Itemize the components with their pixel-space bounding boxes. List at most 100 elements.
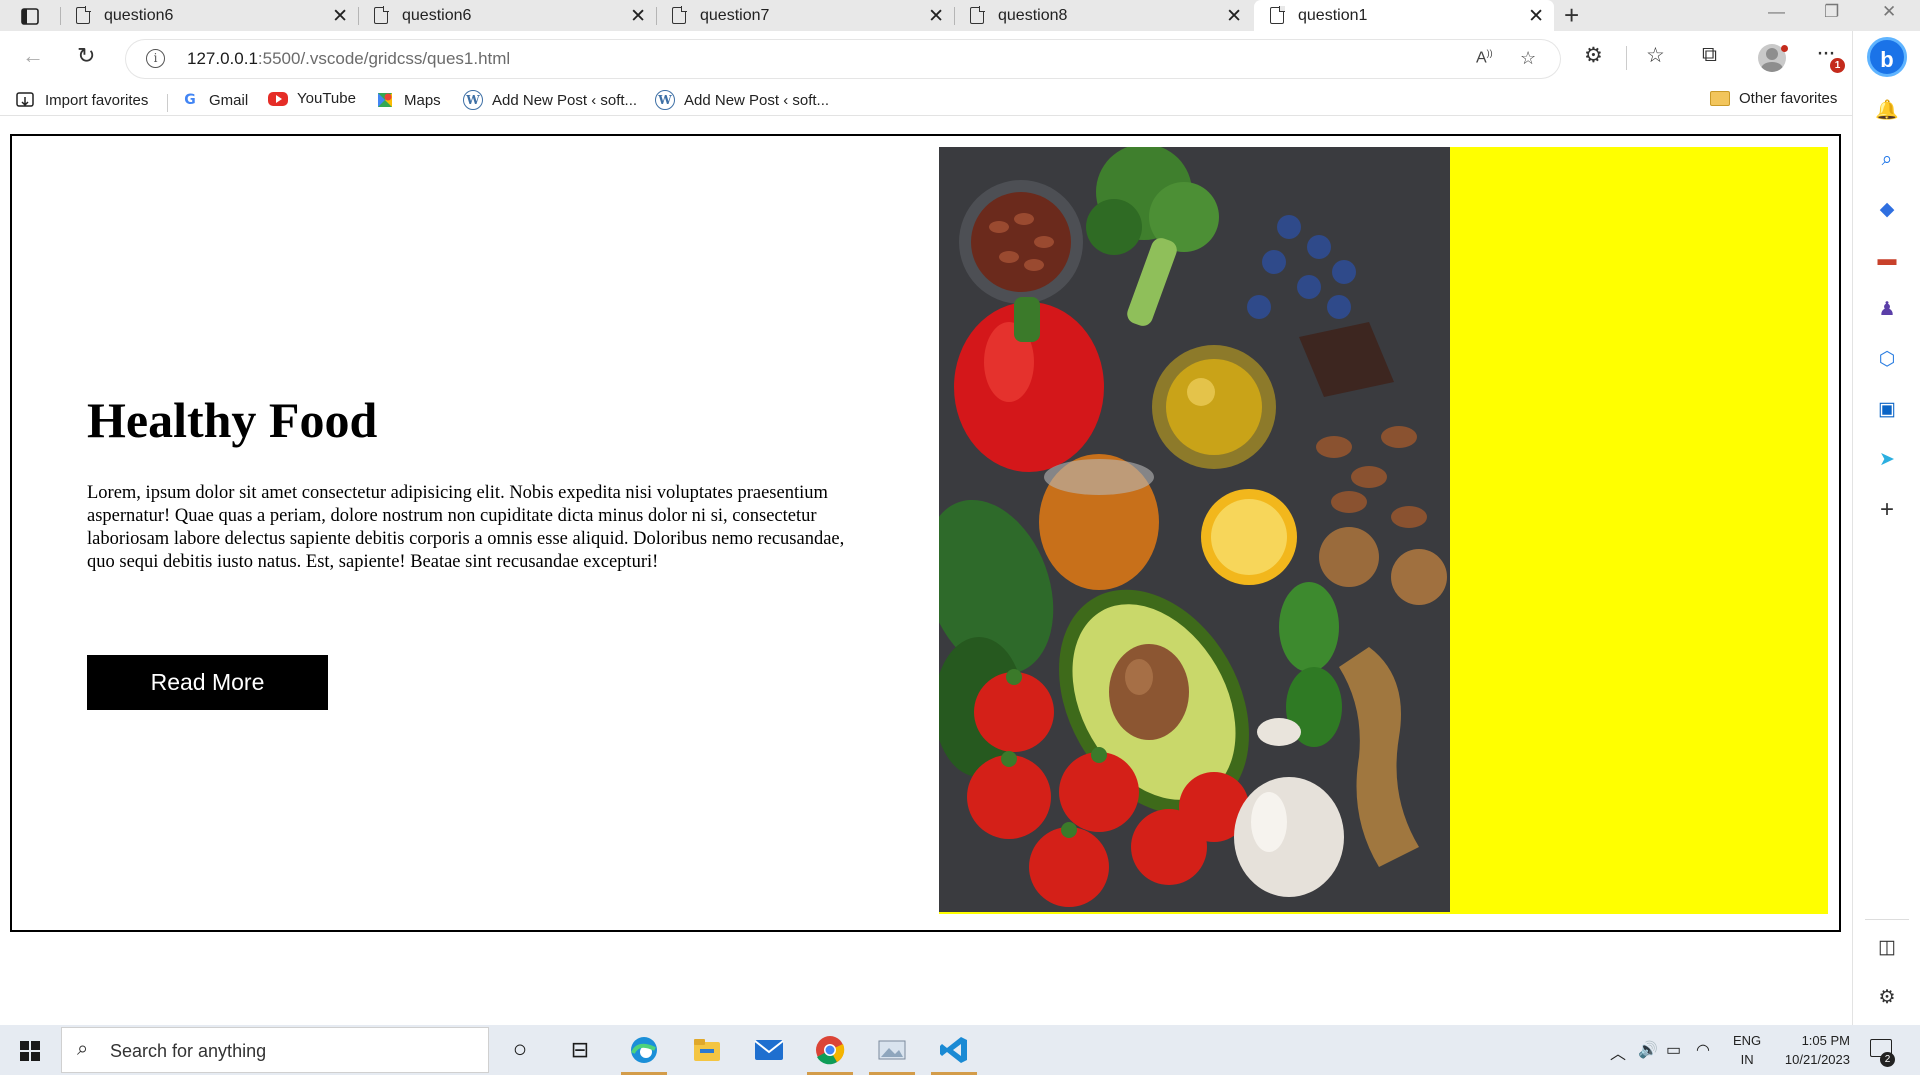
settings-gear-icon[interactable]: ⚙ bbox=[1875, 986, 1899, 1010]
favorite-youtube[interactable]: YouTube bbox=[268, 90, 356, 107]
page-icon bbox=[970, 6, 985, 24]
cortana-icon[interactable]: ○ bbox=[502, 1032, 538, 1068]
read-aloud-icon[interactable]: A)) bbox=[1476, 48, 1493, 67]
language-code: ENG bbox=[1733, 1033, 1762, 1048]
extensions-icon[interactable]: ⚙ bbox=[1584, 43, 1603, 68]
taskbar-search-placeholder: Search for anything bbox=[110, 1041, 267, 1061]
shopping-tag-icon[interactable]: ◆ bbox=[1875, 198, 1899, 222]
vscode-icon[interactable] bbox=[931, 1032, 977, 1075]
close-tab-icon[interactable]: ✕ bbox=[332, 5, 348, 28]
outlook-icon[interactable]: ▣ bbox=[1875, 398, 1899, 422]
chrome-icon[interactable] bbox=[807, 1032, 853, 1075]
restore-button[interactable]: ❐ bbox=[1824, 2, 1839, 22]
other-favorites[interactable]: Other favorites bbox=[1710, 90, 1837, 107]
favorite-label: Add New Post ‹ soft... bbox=[492, 91, 638, 109]
favorite-wordpress-2[interactable]: W Add New Post ‹ soft... bbox=[655, 90, 829, 110]
minimize-button[interactable]: — bbox=[1768, 2, 1785, 22]
back-arrow-icon[interactable]: ← bbox=[22, 43, 44, 69]
favorite-label: Maps bbox=[404, 91, 441, 109]
tab-strip: question6 ✕ question6 ✕ question7 ✕ ques… bbox=[0, 0, 1920, 31]
photos-icon[interactable] bbox=[869, 1032, 915, 1075]
hero-container: Healthy Food Lorem, ipsum dolor sit amet… bbox=[10, 134, 1841, 932]
region-code: IN bbox=[1740, 1052, 1754, 1067]
favorite-label: Import favorites bbox=[45, 91, 149, 109]
tab-question8[interactable]: question8 ✕ bbox=[954, 0, 1252, 31]
youtube-icon bbox=[268, 91, 288, 106]
edge-app-icon[interactable] bbox=[621, 1032, 667, 1075]
copilot-icon[interactable]: b bbox=[1867, 37, 1907, 77]
collections-icon[interactable]: ⧉ bbox=[1702, 43, 1717, 67]
system-clock[interactable]: 1:05 PM 10/21/2023 bbox=[1775, 1031, 1850, 1069]
google-icon: G bbox=[184, 92, 196, 108]
tab-question6-a[interactable]: question6 ✕ bbox=[60, 0, 358, 31]
hero-paragraph: Lorem, ipsum dolor sit amet consectetur … bbox=[87, 483, 845, 572]
tab-title: question1 bbox=[1298, 6, 1368, 24]
new-tab-button[interactable]: + bbox=[1564, 0, 1579, 30]
url-host: 127.0.0.1 bbox=[187, 49, 258, 68]
page-heading: Healthy Food bbox=[87, 392, 378, 448]
folder-icon bbox=[1710, 91, 1730, 106]
close-tab-icon[interactable]: ✕ bbox=[630, 5, 646, 28]
clock-date: 10/21/2023 bbox=[1784, 1052, 1850, 1067]
favorite-wordpress-1[interactable]: W Add New Post ‹ soft... bbox=[463, 90, 637, 110]
tab-actions-button[interactable] bbox=[12, 4, 48, 28]
split-screen-icon[interactable]: ◫ bbox=[1875, 936, 1899, 960]
site-info-icon[interactable]: i bbox=[146, 49, 165, 68]
language-indicator[interactable]: ENG IN bbox=[1733, 1031, 1761, 1069]
page-icon bbox=[1270, 6, 1285, 24]
file-explorer-icon[interactable] bbox=[689, 1032, 725, 1068]
mail-icon[interactable] bbox=[751, 1032, 787, 1068]
favorite-maps[interactable]: Maps bbox=[375, 90, 441, 110]
games-icon[interactable]: ♟ bbox=[1875, 298, 1899, 322]
bell-icon[interactable]: 🔔 bbox=[1875, 99, 1899, 123]
tray-chevron-icon[interactable]: ︿ bbox=[1610, 1040, 1626, 1064]
tab-title: question7 bbox=[700, 6, 770, 24]
favorites-divider bbox=[167, 94, 168, 112]
tab-question6-b[interactable]: question6 ✕ bbox=[358, 0, 656, 31]
page-icon bbox=[672, 6, 687, 24]
tab-question1[interactable]: question1 ✕ bbox=[1254, 0, 1554, 31]
favorite-label: Gmail bbox=[209, 91, 249, 109]
favorites-icon[interactable]: ☆ bbox=[1646, 43, 1665, 68]
search-icon: ⌕ bbox=[77, 1038, 89, 1060]
close-tab-icon[interactable]: ✕ bbox=[928, 5, 944, 28]
edge-sidebar: b 🔔 ⌕ ◆ ▬ ♟ ⬡ ▣ ➤ + ◫ ⚙ bbox=[1852, 31, 1920, 1025]
import-icon bbox=[16, 90, 36, 110]
favorite-gmail[interactable]: G Gmail bbox=[180, 90, 248, 110]
tab-actions-icon bbox=[21, 7, 39, 25]
favorites-bar: Import favorites G Gmail YouTube Maps W … bbox=[0, 86, 1852, 116]
favorite-label: YouTube bbox=[297, 90, 356, 107]
windows-start-icon[interactable] bbox=[20, 1041, 40, 1061]
page-viewport: Healthy Food Lorem, ipsum dolor sit amet… bbox=[0, 117, 1852, 1025]
send-icon[interactable]: ➤ bbox=[1875, 448, 1899, 472]
wordpress-icon: W bbox=[655, 90, 675, 110]
add-favorite-icon[interactable]: ☆ bbox=[1520, 48, 1536, 69]
search-icon[interactable]: ⌕ bbox=[1875, 148, 1899, 172]
battery-icon[interactable]: ▭ bbox=[1666, 1040, 1681, 1060]
vegetables-photo bbox=[939, 147, 1450, 912]
refresh-icon[interactable]: ↻ bbox=[77, 43, 95, 69]
favorite-import[interactable]: Import favorites bbox=[16, 90, 148, 110]
tools-icon[interactable]: ▬ bbox=[1875, 248, 1899, 272]
address-bar[interactable]: i 127.0.0.1:5500/.vscode/gridcss/ques1.h… bbox=[126, 40, 1560, 78]
task-view-icon[interactable]: ⊟ bbox=[562, 1032, 598, 1068]
close-window-button[interactable]: ✕ bbox=[1882, 2, 1896, 22]
maps-icon bbox=[375, 90, 395, 110]
close-tab-icon[interactable]: ✕ bbox=[1528, 5, 1544, 28]
page-icon bbox=[76, 6, 91, 24]
taskbar-search-box[interactable]: ⌕ Search for anything bbox=[61, 1027, 489, 1073]
sidebar-divider bbox=[1865, 919, 1909, 920]
tab-title: question6 bbox=[402, 6, 472, 24]
url-text[interactable]: 127.0.0.1:5500/.vscode/gridcss/ques1.htm… bbox=[187, 49, 510, 69]
read-more-button[interactable]: Read More bbox=[87, 655, 328, 710]
clock-time: 1:05 PM bbox=[1801, 1033, 1850, 1048]
office-icon[interactable]: ⬡ bbox=[1875, 348, 1899, 372]
volume-icon[interactable]: 🔊 bbox=[1638, 1040, 1658, 1060]
favorite-label: Add New Post ‹ soft... bbox=[684, 91, 830, 109]
wifi-icon[interactable]: ◠ bbox=[1696, 1040, 1710, 1060]
wordpress-icon: W bbox=[463, 90, 483, 110]
close-tab-icon[interactable]: ✕ bbox=[1226, 5, 1242, 28]
tab-title: question8 bbox=[998, 6, 1068, 24]
add-sidebar-app-icon[interactable]: + bbox=[1875, 498, 1899, 522]
tab-question7[interactable]: question7 ✕ bbox=[656, 0, 954, 31]
